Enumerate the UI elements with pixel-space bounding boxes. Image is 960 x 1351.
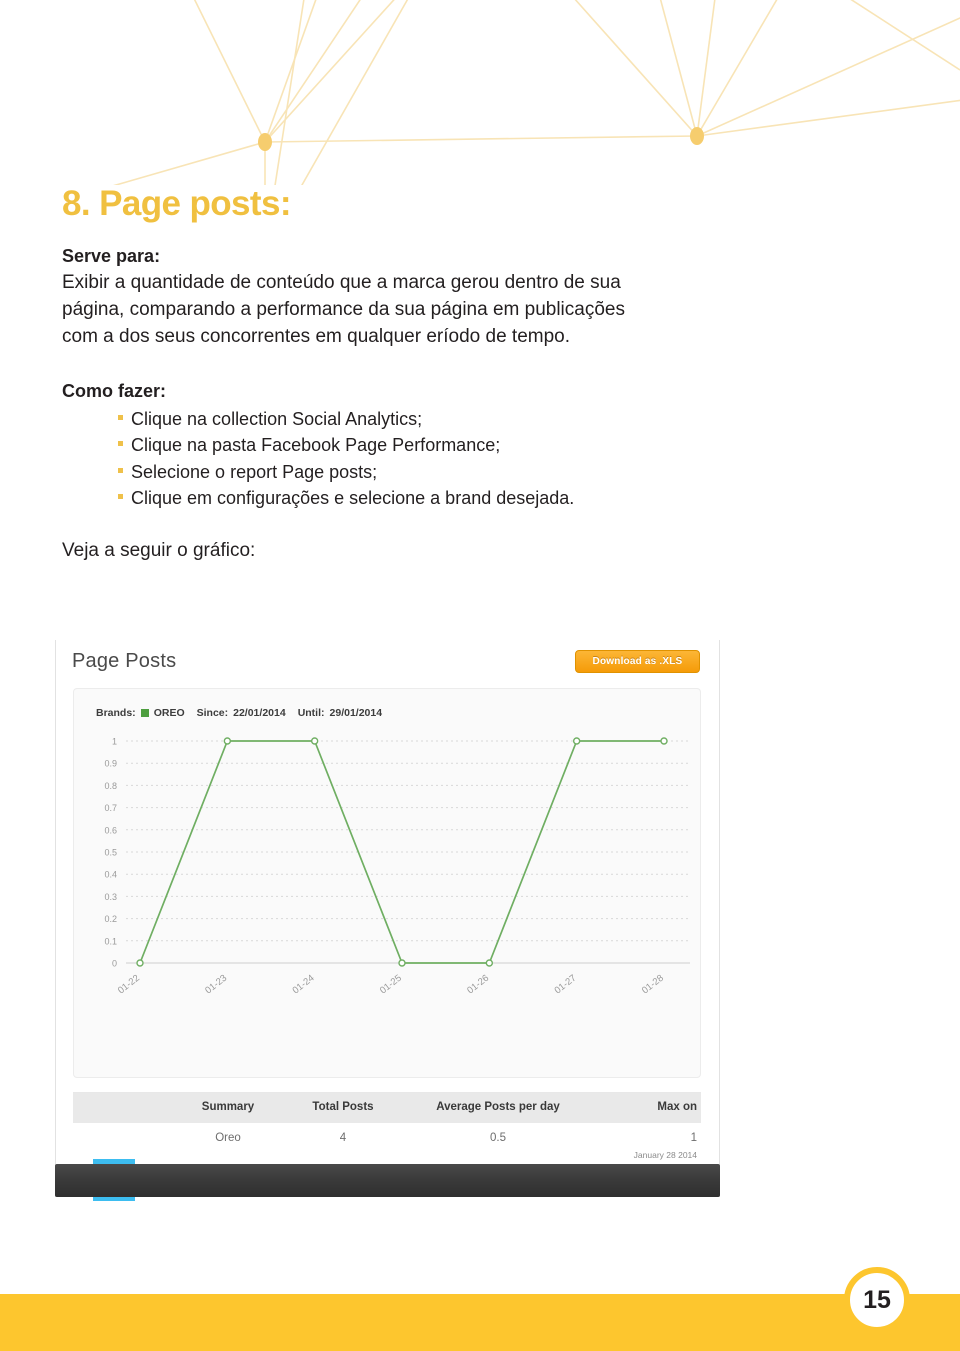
screenshot-right-edge bbox=[719, 640, 720, 1197]
howto-label: Como fazer: bbox=[62, 380, 167, 401]
network-decoration bbox=[0, 0, 960, 185]
page-title: 8. Page posts: bbox=[62, 184, 292, 223]
screenshot-footer-bar bbox=[55, 1164, 720, 1197]
howto-step-text: Clique na collection Social Analytics; bbox=[131, 408, 423, 429]
line-chart: 0 0.1 0.2 0.3 0.4 0.5 0.6 0.7 0.8 0.9 1 01-22 01-23 0… bbox=[74, 731, 702, 1041]
purpose-section: Serve para: Exibir a quantidade de conte… bbox=[62, 246, 762, 351]
data-point-marker[interactable] bbox=[572, 737, 581, 745]
y-axis-tick-label: 0 bbox=[112, 959, 117, 969]
network-svg bbox=[113, 0, 960, 185]
x-axis-tick-label: 01-28 bbox=[640, 973, 666, 997]
y-axis-tick-label: 1 bbox=[112, 737, 117, 747]
purpose-text: Exibir a quantidade de conteúdo que a ma… bbox=[62, 271, 625, 348]
x-axis-tick-label: 01-24 bbox=[291, 973, 317, 997]
cell-max-value: 1 bbox=[690, 1132, 697, 1144]
y-axis-tick-label: 0.7 bbox=[104, 803, 117, 813]
screenshot-figure: Page Posts Download as .XLS Brands: OREO… bbox=[55, 640, 720, 1210]
footer-bar bbox=[0, 1294, 960, 1351]
y-axis-tick-label: 0.3 bbox=[104, 892, 117, 902]
x-axis-tick-label: 01-25 bbox=[378, 973, 404, 997]
list-item: Selecione o report Page posts; bbox=[118, 459, 762, 486]
chart-card: Brands: OREO Since: 22/01/2014 Until: 29… bbox=[73, 688, 701, 1078]
summary-table-header: Summary Total Posts Average Posts per da… bbox=[73, 1093, 701, 1123]
data-point-marker[interactable] bbox=[310, 737, 319, 745]
column-header-max-on: Max on bbox=[657, 1101, 697, 1113]
cell-average-posts: 0.5 bbox=[490, 1132, 506, 1144]
page-root: 8. Page posts: Serve para: Exibir a quan… bbox=[0, 0, 960, 1351]
report-title: Page Posts bbox=[72, 650, 177, 672]
list-item: Clique em configurações e selecione a br… bbox=[118, 485, 762, 512]
bullet-icon bbox=[118, 414, 123, 420]
download-xls-label: Download as .XLS bbox=[592, 656, 683, 667]
howto-section: Como fazer: Clique na collection Social … bbox=[62, 381, 762, 513]
brand-name: OREO bbox=[153, 707, 185, 719]
cell-brand: Oreo bbox=[215, 1132, 241, 1144]
y-axis-tick-label: 0.9 bbox=[104, 759, 117, 769]
y-axis-tick-label: 0.8 bbox=[104, 781, 117, 791]
howto-step-text: Clique em configurações e selecione a br… bbox=[131, 488, 575, 509]
chart-filter-summary: Brands: OREO Since: 22/01/2014 Until: 29… bbox=[96, 707, 382, 719]
bullet-icon bbox=[118, 494, 123, 500]
column-header-average-posts: Average Posts per day bbox=[436, 1101, 560, 1113]
x-axis-tick-label: 01-23 bbox=[203, 973, 229, 997]
content-column: 8. Page posts: Serve para: Exibir a quan… bbox=[62, 184, 762, 562]
cell-max-date: January 28 2014 bbox=[633, 1150, 697, 1160]
screenshot-inner: Page Posts Download as .XLS Brands: OREO… bbox=[55, 640, 720, 1210]
until-value: 29/01/2014 bbox=[329, 707, 383, 719]
column-header-total-posts: Total Posts bbox=[312, 1101, 374, 1113]
data-point-marker[interactable] bbox=[485, 959, 494, 967]
column-header-summary: Summary bbox=[201, 1101, 255, 1113]
until-label: Until: bbox=[297, 707, 325, 719]
x-axis-tick-label: 01-27 bbox=[553, 973, 579, 997]
summary-table: Summary Total Posts Average Posts per da… bbox=[73, 1092, 701, 1201]
bullet-icon bbox=[118, 467, 123, 473]
y-axis-tick-label: 0.6 bbox=[104, 825, 117, 835]
howto-step-text: Clique na pasta Facebook Page Performanc… bbox=[131, 435, 501, 456]
see-next-text: Veja a seguir o gráfico: bbox=[62, 540, 256, 562]
since-value: 22/01/2014 bbox=[233, 707, 286, 719]
data-point-marker[interactable] bbox=[136, 959, 144, 967]
download-xls-button[interactable]: Download as .XLS bbox=[575, 650, 700, 673]
brand-color-swatch bbox=[140, 709, 149, 717]
network-nodes bbox=[258, 127, 704, 151]
data-point-marker[interactable] bbox=[223, 737, 232, 745]
x-axis-tick-label: 01-22 bbox=[116, 973, 142, 997]
data-point-marker[interactable] bbox=[398, 959, 406, 967]
y-axis-tick-label: 0.1 bbox=[104, 936, 117, 946]
cell-total-posts: 4 bbox=[339, 1132, 347, 1144]
page-number-badge: 15 bbox=[844, 1267, 910, 1333]
chart-svg: 0 0.1 0.2 0.3 0.4 0.5 0.6 0.7 0.8 0.9 1 01-22 01-23 0… bbox=[104, 737, 690, 997]
since-label: Since: bbox=[196, 707, 229, 719]
y-axis-tick-label: 0.2 bbox=[104, 914, 117, 924]
howto-step-text: Selecione o report Page posts; bbox=[131, 461, 378, 482]
list-item: Clique na collection Social Analytics; bbox=[118, 406, 762, 433]
brands-label: Brands: bbox=[96, 707, 136, 719]
howto-list: Clique na collection Social Analytics; C… bbox=[118, 406, 762, 513]
y-axis-tick-label: 0.5 bbox=[104, 848, 117, 858]
y-axis-tick-label: 0.4 bbox=[104, 870, 117, 880]
x-axis-tick-label: 01-26 bbox=[465, 973, 491, 997]
screenshot-left-edge bbox=[55, 640, 56, 1197]
list-item: Clique na pasta Facebook Page Performanc… bbox=[118, 432, 762, 459]
bullet-icon bbox=[118, 441, 123, 447]
purpose-label: Serve para: bbox=[62, 245, 161, 266]
data-point-marker[interactable] bbox=[660, 737, 668, 745]
